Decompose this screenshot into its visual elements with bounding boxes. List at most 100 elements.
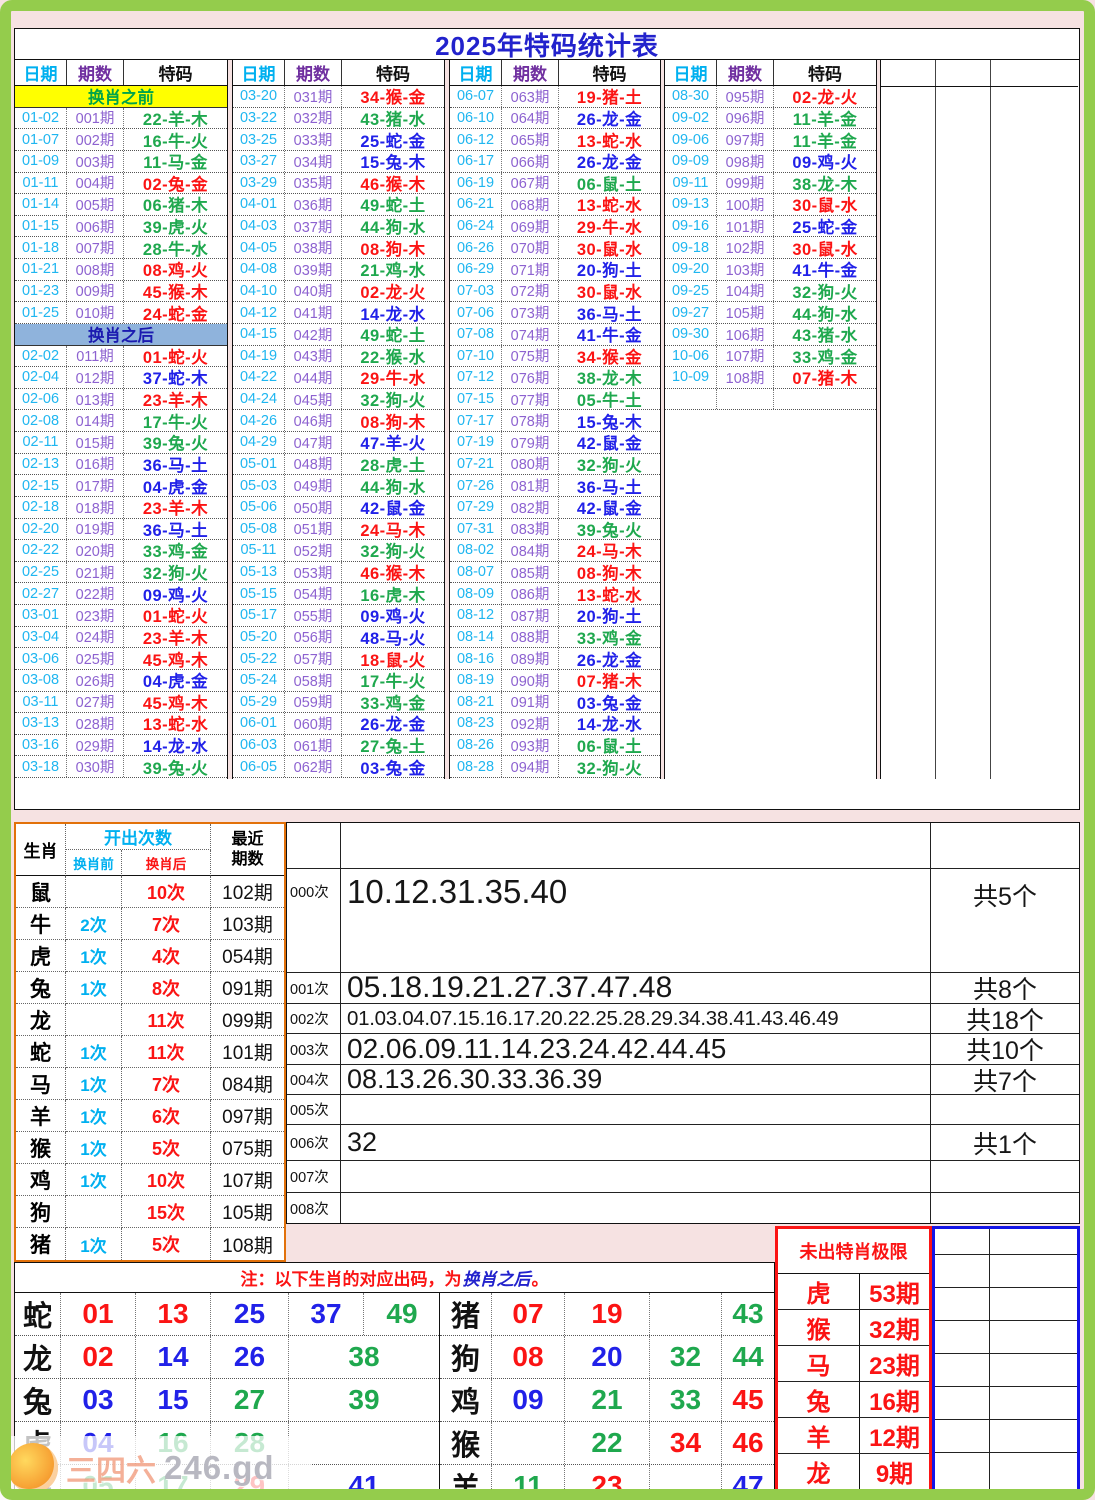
column-headers: 日期 期数 特码 <box>665 60 876 86</box>
stats-zodiac-cell: 羊 <box>16 1100 66 1132</box>
date-cell: 04-01 <box>233 194 285 215</box>
mapping-number-cell <box>492 1422 565 1464</box>
table-row: 04-26 046期 08-狗-木 <box>233 410 444 432</box>
code-cell: 33-鸡-金 <box>576 629 643 648</box>
gridline <box>880 60 881 779</box>
table-row: 07-15 077期 05-牛-土 <box>450 388 660 411</box>
stats-recent-period-cell: 084期 <box>211 1068 284 1100</box>
period-cell: 059期 <box>285 691 342 713</box>
code-cell: 03-兔-金 <box>576 694 643 713</box>
date-cell: 04-19 <box>233 345 285 367</box>
empty-grid-cell <box>935 1321 990 1353</box>
period-cell: 017期 <box>67 475 124 496</box>
code-cell: 01-蛇-火 <box>142 348 209 367</box>
period-cell: 047期 <box>285 432 342 453</box>
table-row: 03-20 031期 34-猴-金 <box>233 86 444 108</box>
date-cell: 04-22 <box>233 367 285 388</box>
code-cell: 14-龙-水 <box>360 305 426 323</box>
date-cell: 09-20 <box>665 259 717 280</box>
limit-periods-cell: 23期 <box>869 1353 920 1380</box>
empty-grid-cell <box>935 1229 990 1254</box>
count-row: 001次 05.18.19.21.27.37.47.48 共8个 <box>287 973 1079 1004</box>
table-row: 02-08 014期 17-牛-火 <box>15 410 227 432</box>
mapping-number-cell <box>650 1293 722 1335</box>
code-cell: 11-羊-金 <box>792 110 858 129</box>
table-row: 02-27 022期 09-鸡-火 <box>15 583 227 605</box>
date-cell: 03-08 <box>15 669 67 691</box>
date-cell: 09-30 <box>665 323 717 345</box>
date-cell: 05-17 <box>233 605 285 626</box>
table-row: 07-19 079期 42-鼠-金 <box>450 432 660 454</box>
table-row: 05-15 054期 16-虎-木 <box>233 583 444 605</box>
rows: 08-30 095期 02-龙-火 09-02 096期 11-羊-金 09-06 097期 1… <box>665 86 876 779</box>
date-cell: 07-03 <box>450 280 502 302</box>
mapping-number-cell: 34 <box>650 1422 722 1464</box>
period-cell: 097期 <box>717 129 774 150</box>
column-headers: 日期 期数 特码 <box>233 60 444 86</box>
date-cell: 09-11 <box>665 172 717 194</box>
table-row: 04-15 042期 49-蛇-土 <box>233 323 444 346</box>
period-cell: 104期 <box>717 280 774 302</box>
count-numbers: 05.18.19.21.27.37.47.48 <box>347 973 673 1003</box>
code-cell: 14-龙-水 <box>576 716 643 734</box>
table-row: 03-25 033期 25-蛇-金 <box>233 129 444 151</box>
code-cell: 25-蛇-金 <box>792 219 858 237</box>
table-row: 01-15 006期 39-虎-火 <box>15 215 227 238</box>
period-cell: 063期 <box>502 86 559 107</box>
date-cell: 08-19 <box>450 669 502 691</box>
period-cell: 103期 <box>717 259 774 280</box>
table-row: 09-27 105期 44-狗-水 <box>665 302 876 324</box>
code-cell: 27-兔-土 <box>360 738 426 756</box>
period-cell: 096期 <box>717 107 774 129</box>
stats-header-after: 换肖后 <box>122 850 211 876</box>
date-cell: 04-24 <box>233 388 285 410</box>
code-cell: 19-猪-土 <box>576 89 643 107</box>
count-row: 008次 <box>287 1193 1079 1223</box>
mapping-number-cell: 08 <box>492 1336 565 1378</box>
rows: 06-07 063期 19-猪-土 06-10 064期 26-龙-金 06-12 065期 1… <box>450 86 660 779</box>
date-cell: 01-25 <box>15 302 67 323</box>
column-headers: 日期 期数 特码 <box>15 60 227 86</box>
date-cell: 09-16 <box>665 215 717 237</box>
date-cell: 03-29 <box>233 172 285 194</box>
period-cell: 046期 <box>285 410 342 431</box>
period-cell: 060期 <box>285 713 342 734</box>
table-row: 02-06 013期 23-羊-木 <box>15 388 227 411</box>
mapping-number-cell: 01 <box>61 1293 136 1335</box>
date-cell: 06-24 <box>450 215 502 237</box>
stats-zodiac-cell: 兔 <box>16 972 66 1004</box>
code-cell: 15-兔-木 <box>360 154 426 172</box>
mapping-number-cell: 13 <box>136 1293 211 1335</box>
count-total <box>930 823 1079 868</box>
table-row: 01-07 002期 16-牛-火 <box>15 129 227 151</box>
code-cell: 42-鼠-金 <box>576 435 643 453</box>
table-row <box>665 388 876 411</box>
period-cell: 040期 <box>285 280 342 302</box>
table-row: 08-14 088期 33-鸡-金 <box>450 626 660 649</box>
period-cell: 073期 <box>502 302 559 323</box>
header-period: 期数 <box>502 60 559 85</box>
mapping-number-cell: 25 <box>211 1293 289 1335</box>
table-row: 05-13 053期 46-猴-木 <box>233 561 444 584</box>
table-row: 08-02 084期 24-马-木 <box>450 540 660 562</box>
date-cell: 10-06 <box>665 345 717 367</box>
code-cell: 39-兔-火 <box>142 759 209 777</box>
empty-grid-row <box>935 1288 1077 1321</box>
code-cell: 43-猪-水 <box>792 327 858 345</box>
date-cell: 09-18 <box>665 237 717 258</box>
period-cell: 052期 <box>285 540 342 561</box>
date-cell: 05-22 <box>233 648 285 669</box>
code-cell: 29-牛-水 <box>576 219 643 237</box>
date-cell: 03-20 <box>233 86 285 107</box>
code-cell: 48-马-火 <box>360 629 426 648</box>
date-cell: 04-12 <box>233 302 285 323</box>
code-cell: 25-蛇-金 <box>360 132 426 150</box>
date-cell: 06-12 <box>450 129 502 150</box>
date-cell: 02-25 <box>15 561 67 583</box>
limit-box-title: 未出特肖极限 <box>778 1229 929 1274</box>
date-cell: 04-15 <box>233 323 285 345</box>
date-cell: 05-08 <box>233 518 285 540</box>
count-row: 000次 10.12.31.35.40 共5个 <box>287 869 1079 973</box>
code-cell: 20-狗-土 <box>576 608 643 626</box>
code-cell: 22-羊-木 <box>142 110 209 129</box>
